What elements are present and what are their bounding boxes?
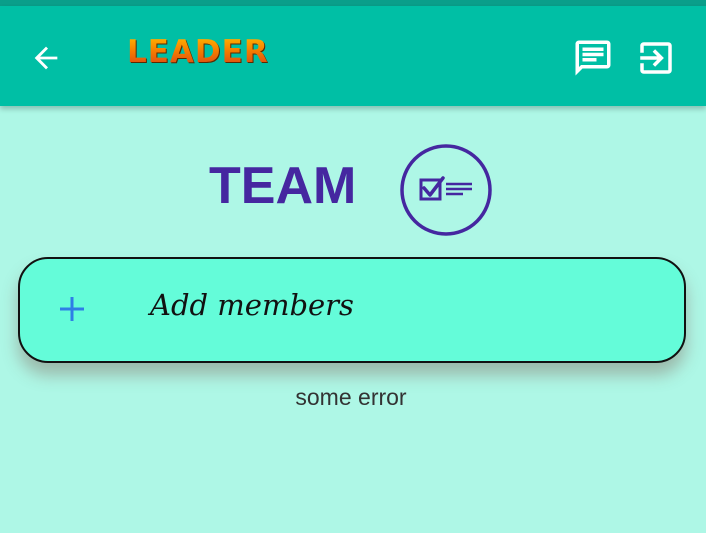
team-heading: TEAM <box>209 157 357 215</box>
app-title: LEADER <box>127 34 269 70</box>
arrow-left-icon <box>34 46 58 70</box>
logout-button[interactable] <box>630 34 682 82</box>
app-bar: LEADER LEADER <box>0 6 706 106</box>
back-button[interactable] <box>22 36 70 80</box>
logout-icon <box>640 42 672 74</box>
chat-message-icon <box>575 40 611 76</box>
add-members-button[interactable]: Add members <box>18 257 686 363</box>
error-message: some error <box>295 384 407 410</box>
checklist-circle-icon <box>400 144 492 236</box>
plus-icon <box>60 297 84 321</box>
add-members-label: Add members <box>150 288 354 322</box>
chat-button[interactable] <box>569 34 617 82</box>
